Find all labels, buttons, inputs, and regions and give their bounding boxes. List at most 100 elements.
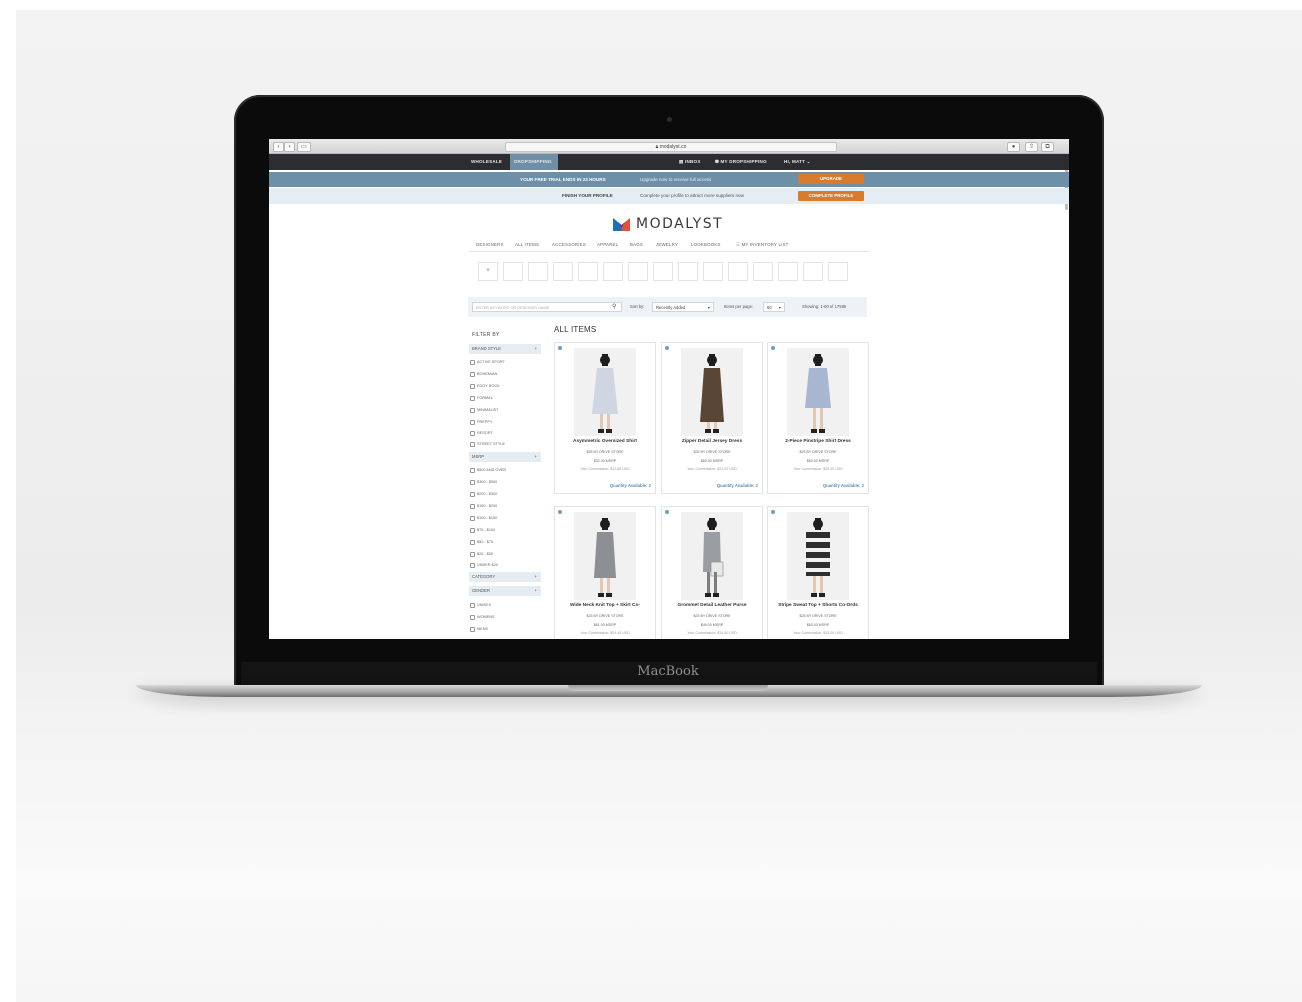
catnav-my-inventory[interactable]: ☰ MY INVENTORY LIST xyxy=(736,242,789,248)
complete-profile-button[interactable]: COMPLETE PROFILE xyxy=(798,191,864,201)
swatch-add[interactable]: + xyxy=(478,262,498,281)
product-seller[interactable]: $25 BY DRIVE STORE xyxy=(555,450,655,454)
swatch-slot[interactable] xyxy=(828,262,848,281)
checkbox[interactable] xyxy=(470,441,475,447)
checkbox[interactable] xyxy=(470,602,475,608)
tab-dropshipping[interactable]: DROPSHIPPING xyxy=(514,154,552,170)
checkbox[interactable] xyxy=(470,359,475,365)
filter-option[interactable]: $20 - $50 xyxy=(470,551,493,557)
swatch-slot[interactable] xyxy=(728,262,748,281)
tab-wholesale[interactable]: WHOLESALE xyxy=(471,154,502,170)
catnav-accessories[interactable]: ACCESSORIES xyxy=(552,242,586,247)
catnav-designers[interactable]: DESIGNERS xyxy=(476,242,504,247)
tabs-icon[interactable]: ⧉ xyxy=(1041,142,1054,152)
filter-option[interactable]: MENS xyxy=(470,626,488,632)
checkbox[interactable] xyxy=(470,383,475,389)
checkbox[interactable] xyxy=(470,527,475,533)
product-image[interactable] xyxy=(681,512,743,600)
sort-select[interactable]: Recently Added ▾ xyxy=(652,302,714,312)
product-card[interactable]: Wide Neck Knit Top + Skirt Co- $25 BY DR… xyxy=(554,506,656,639)
filter-gender[interactable]: GENDER + xyxy=(469,586,541,596)
swatch-slot[interactable] xyxy=(753,262,773,281)
filter-category[interactable]: CATEGORY + xyxy=(469,572,541,582)
product-name[interactable]: Asymmetric Oversized Shirt xyxy=(555,439,655,444)
swatch-slot[interactable] xyxy=(528,262,548,281)
filter-msrp[interactable]: MSRP + xyxy=(469,452,541,462)
checkbox[interactable] xyxy=(470,626,475,632)
catnav-jewelry[interactable]: JEWELRY xyxy=(656,242,678,247)
checkbox[interactable] xyxy=(470,562,475,568)
per-page-select[interactable]: 60 ▾ xyxy=(763,302,785,312)
checkbox[interactable] xyxy=(470,551,475,557)
swatch-slot[interactable] xyxy=(578,262,598,281)
product-card[interactable]: Asymmetric Oversized Shirt $25 BY DRIVE … xyxy=(554,342,656,494)
pin-icon[interactable] xyxy=(771,510,775,514)
filter-option[interactable]: $100 - $150 xyxy=(470,515,497,521)
product-seller[interactable]: $25 BY DRIVE STORE xyxy=(768,614,868,618)
checkbox[interactable] xyxy=(470,539,475,545)
swatch-slot[interactable] xyxy=(653,262,673,281)
forward-icon[interactable]: › xyxy=(284,142,295,152)
filter-option[interactable]: $150 - $200 xyxy=(470,503,497,509)
checkbox[interactable] xyxy=(470,419,475,425)
filter-option[interactable]: MINIMALIST xyxy=(470,407,499,413)
sidebar-icon[interactable]: ▭ xyxy=(297,142,311,152)
pin-icon[interactable] xyxy=(771,346,775,350)
swatch-slot[interactable] xyxy=(553,262,573,281)
product-name[interactable]: 2-Piece Pinstripe Shirt Dress xyxy=(768,439,868,444)
filter-option[interactable]: STREET STYLE xyxy=(470,441,505,447)
filter-option[interactable]: $200 - $300 xyxy=(470,491,497,497)
swatch-slot[interactable] xyxy=(503,262,523,281)
swatch-slot[interactable] xyxy=(803,262,823,281)
extension-icon[interactable]: ● xyxy=(1007,142,1020,152)
filter-option[interactable]: UNISEX xyxy=(470,602,491,608)
product-seller[interactable]: $25 BY DRIVE STORE xyxy=(662,450,762,454)
catnav-bags[interactable]: BAGS xyxy=(630,242,643,247)
filter-option[interactable]: EDGY ROCK xyxy=(470,383,500,389)
product-seller[interactable]: $25 BY DRIVE STORE xyxy=(662,614,762,618)
product-image[interactable] xyxy=(681,348,743,436)
share-icon[interactable]: ⇧ xyxy=(1025,142,1038,152)
filter-option[interactable]: WOMENS xyxy=(470,614,495,620)
filter-option[interactable]: $300 - $500 xyxy=(470,479,497,485)
product-name[interactable]: Zipper Detail Jersey Dress xyxy=(662,439,762,444)
back-icon[interactable]: ‹ xyxy=(273,142,284,152)
search-icon[interactable]: ⚲ xyxy=(612,302,616,312)
pin-icon[interactable] xyxy=(665,346,669,350)
product-card[interactable]: Stripe Sweat Top + Shorts Co-Ords $25 BY… xyxy=(767,506,869,639)
product-card[interactable]: Zipper Detail Jersey Dress $25 BY DRIVE … xyxy=(661,342,763,494)
filter-option[interactable]: FORMAL xyxy=(470,395,493,401)
product-name[interactable]: Grommet Detail Leather Purse xyxy=(662,603,762,608)
checkbox[interactable] xyxy=(470,395,475,401)
address-bar[interactable]: 🔒︎ modalyst.co xyxy=(505,142,837,152)
checkbox[interactable] xyxy=(470,479,475,485)
product-card[interactable]: 2-Piece Pinstripe Shirt Dress $25 BY DRI… xyxy=(767,342,869,494)
product-card[interactable]: Grommet Detail Leather Purse $25 BY DRIV… xyxy=(661,506,763,639)
pin-icon[interactable] xyxy=(558,510,562,514)
checkbox[interactable] xyxy=(470,371,475,377)
product-name[interactable]: Stripe Sweat Top + Shorts Co-Ords xyxy=(768,603,868,608)
swatch-slot[interactable] xyxy=(778,262,798,281)
checkbox[interactable] xyxy=(470,430,475,436)
filter-option[interactable]: $50 - $75 xyxy=(470,539,493,545)
product-seller[interactable]: $25 BY DRIVE STORE xyxy=(768,450,868,454)
checkbox[interactable] xyxy=(470,503,475,509)
filter-option[interactable]: ACTIVE SPORT xyxy=(470,359,505,365)
my-dropshipping-link[interactable]: ⛃ MY DROPSHIPPING xyxy=(715,154,767,170)
search-input[interactable]: ENTER KEYWORD OR DESIGNER NAME xyxy=(472,302,622,312)
pin-icon[interactable] xyxy=(665,510,669,514)
catnav-lookbooks[interactable]: LOOKBOOKS xyxy=(691,242,721,247)
checkbox[interactable] xyxy=(470,515,475,521)
swatch-slot[interactable] xyxy=(628,262,648,281)
filter-option[interactable]: UNDER $20 xyxy=(470,562,498,568)
swatch-slot[interactable] xyxy=(603,262,623,281)
swatch-slot[interactable] xyxy=(703,262,723,281)
user-menu[interactable]: HI, MATT ⌄ xyxy=(784,154,811,170)
product-image[interactable] xyxy=(787,512,849,600)
catnav-apparel[interactable]: APPAREL xyxy=(597,242,618,247)
brand-logo[interactable]: MODALYST xyxy=(613,216,723,232)
checkbox[interactable] xyxy=(470,614,475,620)
filter-brand-style[interactable]: BRAND STYLE + xyxy=(469,344,541,354)
product-name[interactable]: Wide Neck Knit Top + Skirt Co- xyxy=(555,603,655,608)
checkbox[interactable] xyxy=(470,467,475,473)
